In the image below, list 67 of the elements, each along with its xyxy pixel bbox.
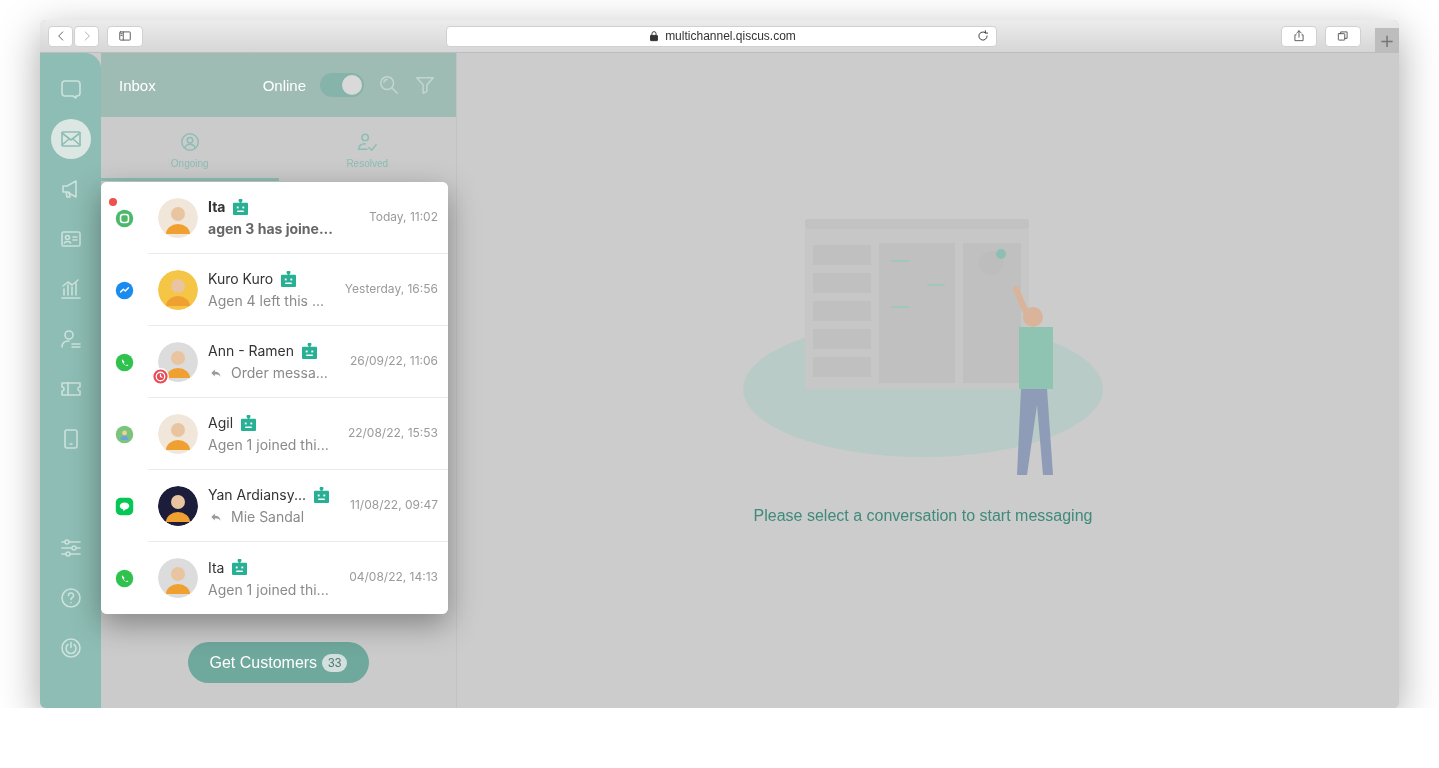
user-check-icon bbox=[356, 131, 379, 153]
message-time: Today, 11:02 bbox=[368, 209, 438, 224]
contact-name: Ann - Ramen bbox=[208, 342, 295, 359]
empty-state-message: Please select a conversation to start messaging bbox=[753, 507, 1093, 525]
conversation-item[interactable]: Ann - Ramen Order messa... 26/09/22, 11:06 bbox=[101, 326, 448, 398]
status-toggle[interactable] bbox=[320, 73, 364, 97]
phone-bubble-icon bbox=[115, 352, 134, 372]
conversation-item[interactable]: Agil Agen 1 joined thi... 22/08/22, 15:53 bbox=[101, 398, 448, 470]
lightning-bubble-icon bbox=[115, 280, 134, 300]
conversation-item[interactable]: Ita Agen 1 joined thi... 04/08/22, 14:13 bbox=[101, 542, 448, 614]
tabs-button[interactable] bbox=[1325, 25, 1361, 47]
message-preview: Mie Sandal bbox=[231, 508, 305, 525]
message-time: 11/08/22, 09:47 bbox=[350, 497, 438, 512]
message-time: 26/09/22, 11:06 bbox=[349, 353, 438, 368]
message-preview: Agen 1 joined thi... bbox=[208, 580, 329, 598]
count-badge: 33 bbox=[322, 653, 348, 672]
message-preview: agen 3 has joine... bbox=[208, 220, 333, 237]
conversation-item[interactable]: Ita agen 3 has joine... Today, 11:02 bbox=[101, 182, 448, 254]
contact-name: Yan Ardiansy... bbox=[208, 486, 307, 503]
get-customers-button[interactable]: Get Customers 33 bbox=[187, 642, 370, 683]
tabs-icon bbox=[1336, 29, 1350, 43]
avatar-icon bbox=[158, 197, 198, 238]
sidebar-icon bbox=[118, 29, 132, 43]
speech-bubble-icon bbox=[115, 496, 134, 516]
search-button[interactable] bbox=[378, 74, 400, 96]
contact-name: Agil bbox=[208, 414, 234, 431]
help-icon bbox=[58, 586, 83, 610]
share-icon bbox=[1292, 29, 1306, 43]
message-preview: Agen 1 joined thi... bbox=[208, 436, 329, 453]
avatar-icon bbox=[158, 341, 198, 382]
avatar-icon bbox=[158, 269, 198, 310]
inbox-title: Inbox bbox=[119, 76, 157, 94]
search-icon bbox=[378, 74, 400, 96]
filter-icon bbox=[414, 74, 436, 96]
contact-name: Kuro Kuro bbox=[208, 270, 274, 287]
message-preview: Order messa... bbox=[231, 364, 328, 381]
contact-name: Ita bbox=[208, 198, 226, 215]
power-icon bbox=[58, 636, 83, 660]
nav-item[interactable] bbox=[50, 119, 91, 159]
sidebar-button[interactable] bbox=[107, 25, 143, 47]
avatar-icon bbox=[158, 413, 198, 454]
chat-bubble-icon bbox=[115, 208, 134, 228]
back-button[interactable] bbox=[48, 25, 73, 47]
sliders-icon bbox=[58, 536, 83, 560]
reload-icon bbox=[976, 29, 990, 43]
avatar-icon bbox=[158, 558, 198, 598]
conversation-item[interactable]: Yan Ardiansy... Mie Sandal 11/08/22, 09:47 bbox=[101, 470, 448, 542]
avatar-icon bbox=[158, 485, 198, 526]
bar-chart-icon bbox=[58, 277, 83, 301]
message-preview: Agen 4 left this ... bbox=[208, 292, 325, 309]
filter-button[interactable] bbox=[414, 74, 436, 96]
share-button[interactable] bbox=[1281, 25, 1317, 47]
user-bubble-icon bbox=[115, 424, 134, 444]
message-time: 04/08/22, 14:13 bbox=[349, 569, 438, 584]
chat-bubble-icon bbox=[58, 77, 83, 101]
conversation-item[interactable]: Kuro Kuro Agen 4 left this ... Yesterday, 16:56 bbox=[101, 254, 448, 326]
contact-name: Ita bbox=[208, 558, 225, 576]
agent-icon bbox=[58, 327, 83, 351]
address-field[interactable]: multichannel.qiscus.com bbox=[446, 25, 997, 47]
message-time: Yesterday, 16:56 bbox=[344, 281, 438, 296]
url-text: multichannel.qiscus.com bbox=[665, 29, 796, 43]
unread-dot bbox=[109, 198, 117, 206]
message-time: 22/08/22, 15:53 bbox=[347, 425, 438, 440]
forward-button[interactable] bbox=[74, 25, 99, 47]
status-label: Online bbox=[262, 76, 306, 94]
phone-bubble-icon bbox=[115, 568, 134, 588]
user-circle-icon bbox=[178, 131, 201, 153]
